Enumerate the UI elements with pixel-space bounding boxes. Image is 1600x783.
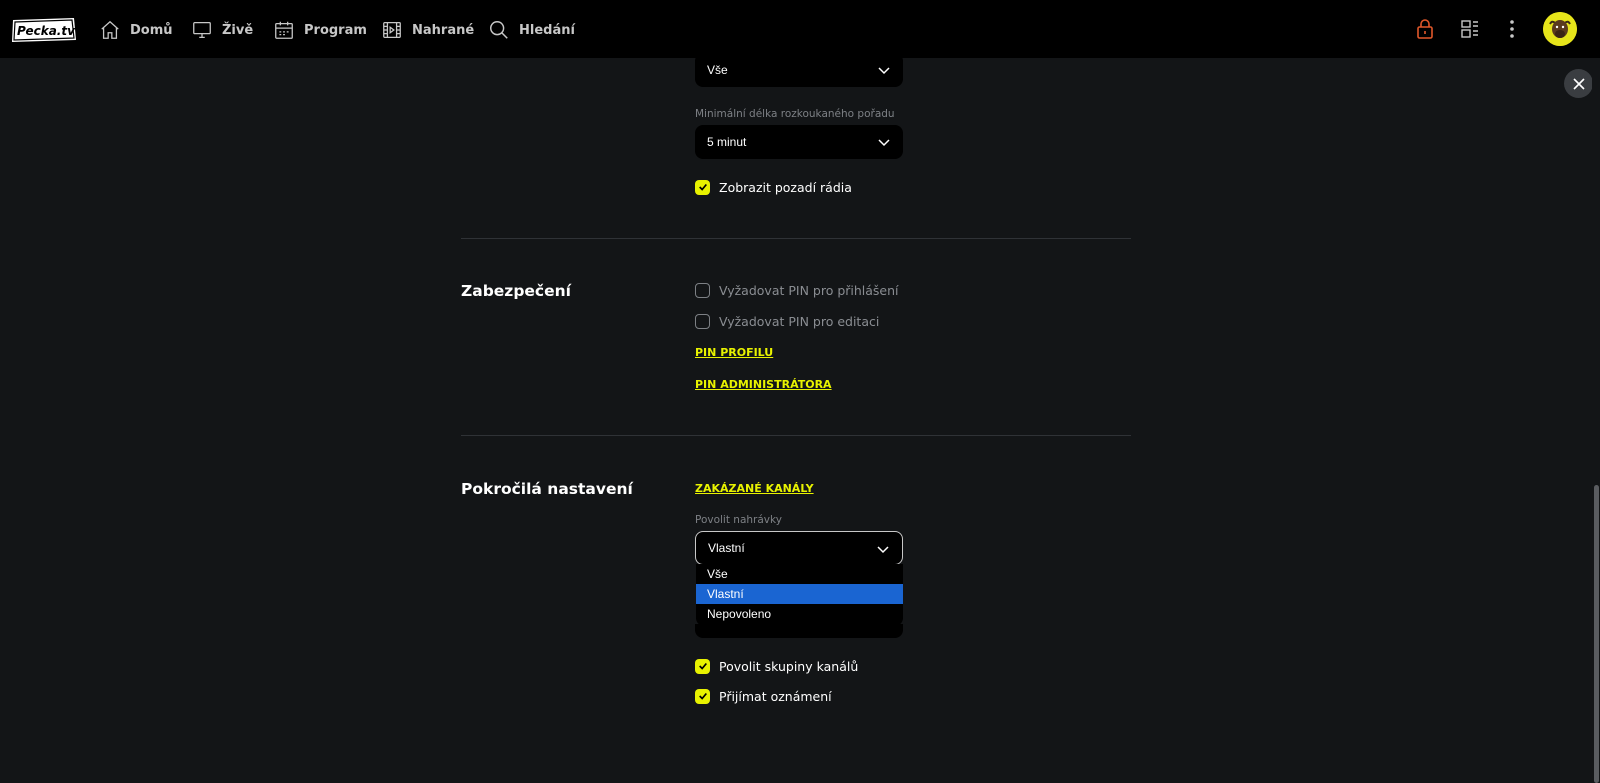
channel-groups-checkbox[interactable]: Povolit skupiny kanálů [695,656,858,676]
radio-background-checkbox[interactable]: Zobrazit pozadí rádia [695,177,852,197]
home-icon [101,20,119,39]
pin-admin-link[interactable]: PIN ADMINISTRÁTORA [695,378,832,391]
nav-item-search[interactable]: Hledání [488,17,575,43]
chevron-down-icon [878,139,890,147]
checkbox-label: Zobrazit pozadí rádia [719,179,852,195]
checkbox-checked [695,688,710,704]
nav-item-home[interactable]: Domů [99,17,173,43]
blocked-channels-link[interactable]: ZAKÁZANÉ KANÁLY [695,482,814,495]
select-value: Vlastní [708,541,745,555]
search-icon [490,21,508,39]
pin-profile-link[interactable]: PIN PROFILU [695,346,773,359]
close-settings-button[interactable] [1564,69,1593,98]
security-section-title: Zabezpečení [461,282,571,300]
pecka-tv-logo[interactable]: Pecka.tv [10,16,77,44]
checkbox-label: Vyžadovat PIN pro editaci [719,313,880,329]
section-divider [461,238,1131,239]
recordings-select[interactable]: Vlastní [695,531,903,565]
checkbox-checked [695,658,710,674]
recordings-label: Povolit nahrávky [695,514,782,526]
select-value: Vše [707,63,728,77]
nav-item-recorded[interactable]: Nahrané [381,17,474,43]
dropdown-option-not-allowed[interactable]: Nepovoleno [696,604,903,624]
checkbox-label: Povolit skupiny kanálů [719,658,859,674]
nav-item-live[interactable]: Živě [191,17,253,43]
notifications-checkbox[interactable]: Přijímat oznámení [695,686,832,706]
checkbox-checked [695,179,710,195]
nav-label-home: Domů [130,22,173,38]
min-length-label: Minimální délka rozkoukaného pořadu [695,108,895,120]
film-icon [383,22,401,38]
svg-text:Pecka.tv: Pecka.tv [17,24,76,38]
checkbox-label: Vyžadovat PIN pro přihlášení [719,282,899,298]
profile-avatar[interactable] [1543,12,1577,46]
min-length-select[interactable]: 5 minut [695,125,903,159]
more-options-icon[interactable] [1500,17,1524,41]
content-filter-select[interactable]: Vše [695,53,903,87]
chevron-down-icon [877,546,889,554]
nav-label-recorded: Nahrané [412,22,475,38]
parental-lock-icon[interactable] [1413,17,1437,41]
checkbox-label: Přijímat oznámení [719,688,832,704]
monitor-icon [193,22,211,38]
chevron-down-icon [878,67,890,75]
nav-item-program[interactable]: Program [273,17,367,43]
top-navigation-bar: Pecka.tv Domů Živě Program Nahrané Hledá… [0,0,1600,58]
select-value: 5 minut [707,135,747,149]
recordings-dropdown-list: Vše Vlastní Nepovoleno [696,564,903,626]
pin-login-checkbox[interactable]: Vyžadovat PIN pro přihlášení [695,280,899,300]
nav-label-program: Program [304,22,367,38]
checkbox-unchecked [695,313,710,329]
calendar-icon [275,21,293,39]
section-divider [461,435,1131,436]
dropdown-option-custom[interactable]: Vlastní [696,584,903,604]
scrollbar-thumb[interactable] [1594,485,1599,783]
close-icon [1572,77,1585,90]
hidden-select-behind-dropdown [695,624,903,638]
checkbox-unchecked [695,282,710,298]
advanced-section-title: Pokročilá nastavení [461,480,633,498]
tv-guide-icon[interactable] [1458,17,1482,41]
nav-label-live: Živě [222,22,254,38]
dropdown-option-all[interactable]: Vše [696,564,903,584]
nav-label-search: Hledání [519,22,575,38]
pin-edit-checkbox[interactable]: Vyžadovat PIN pro editaci [695,311,879,331]
